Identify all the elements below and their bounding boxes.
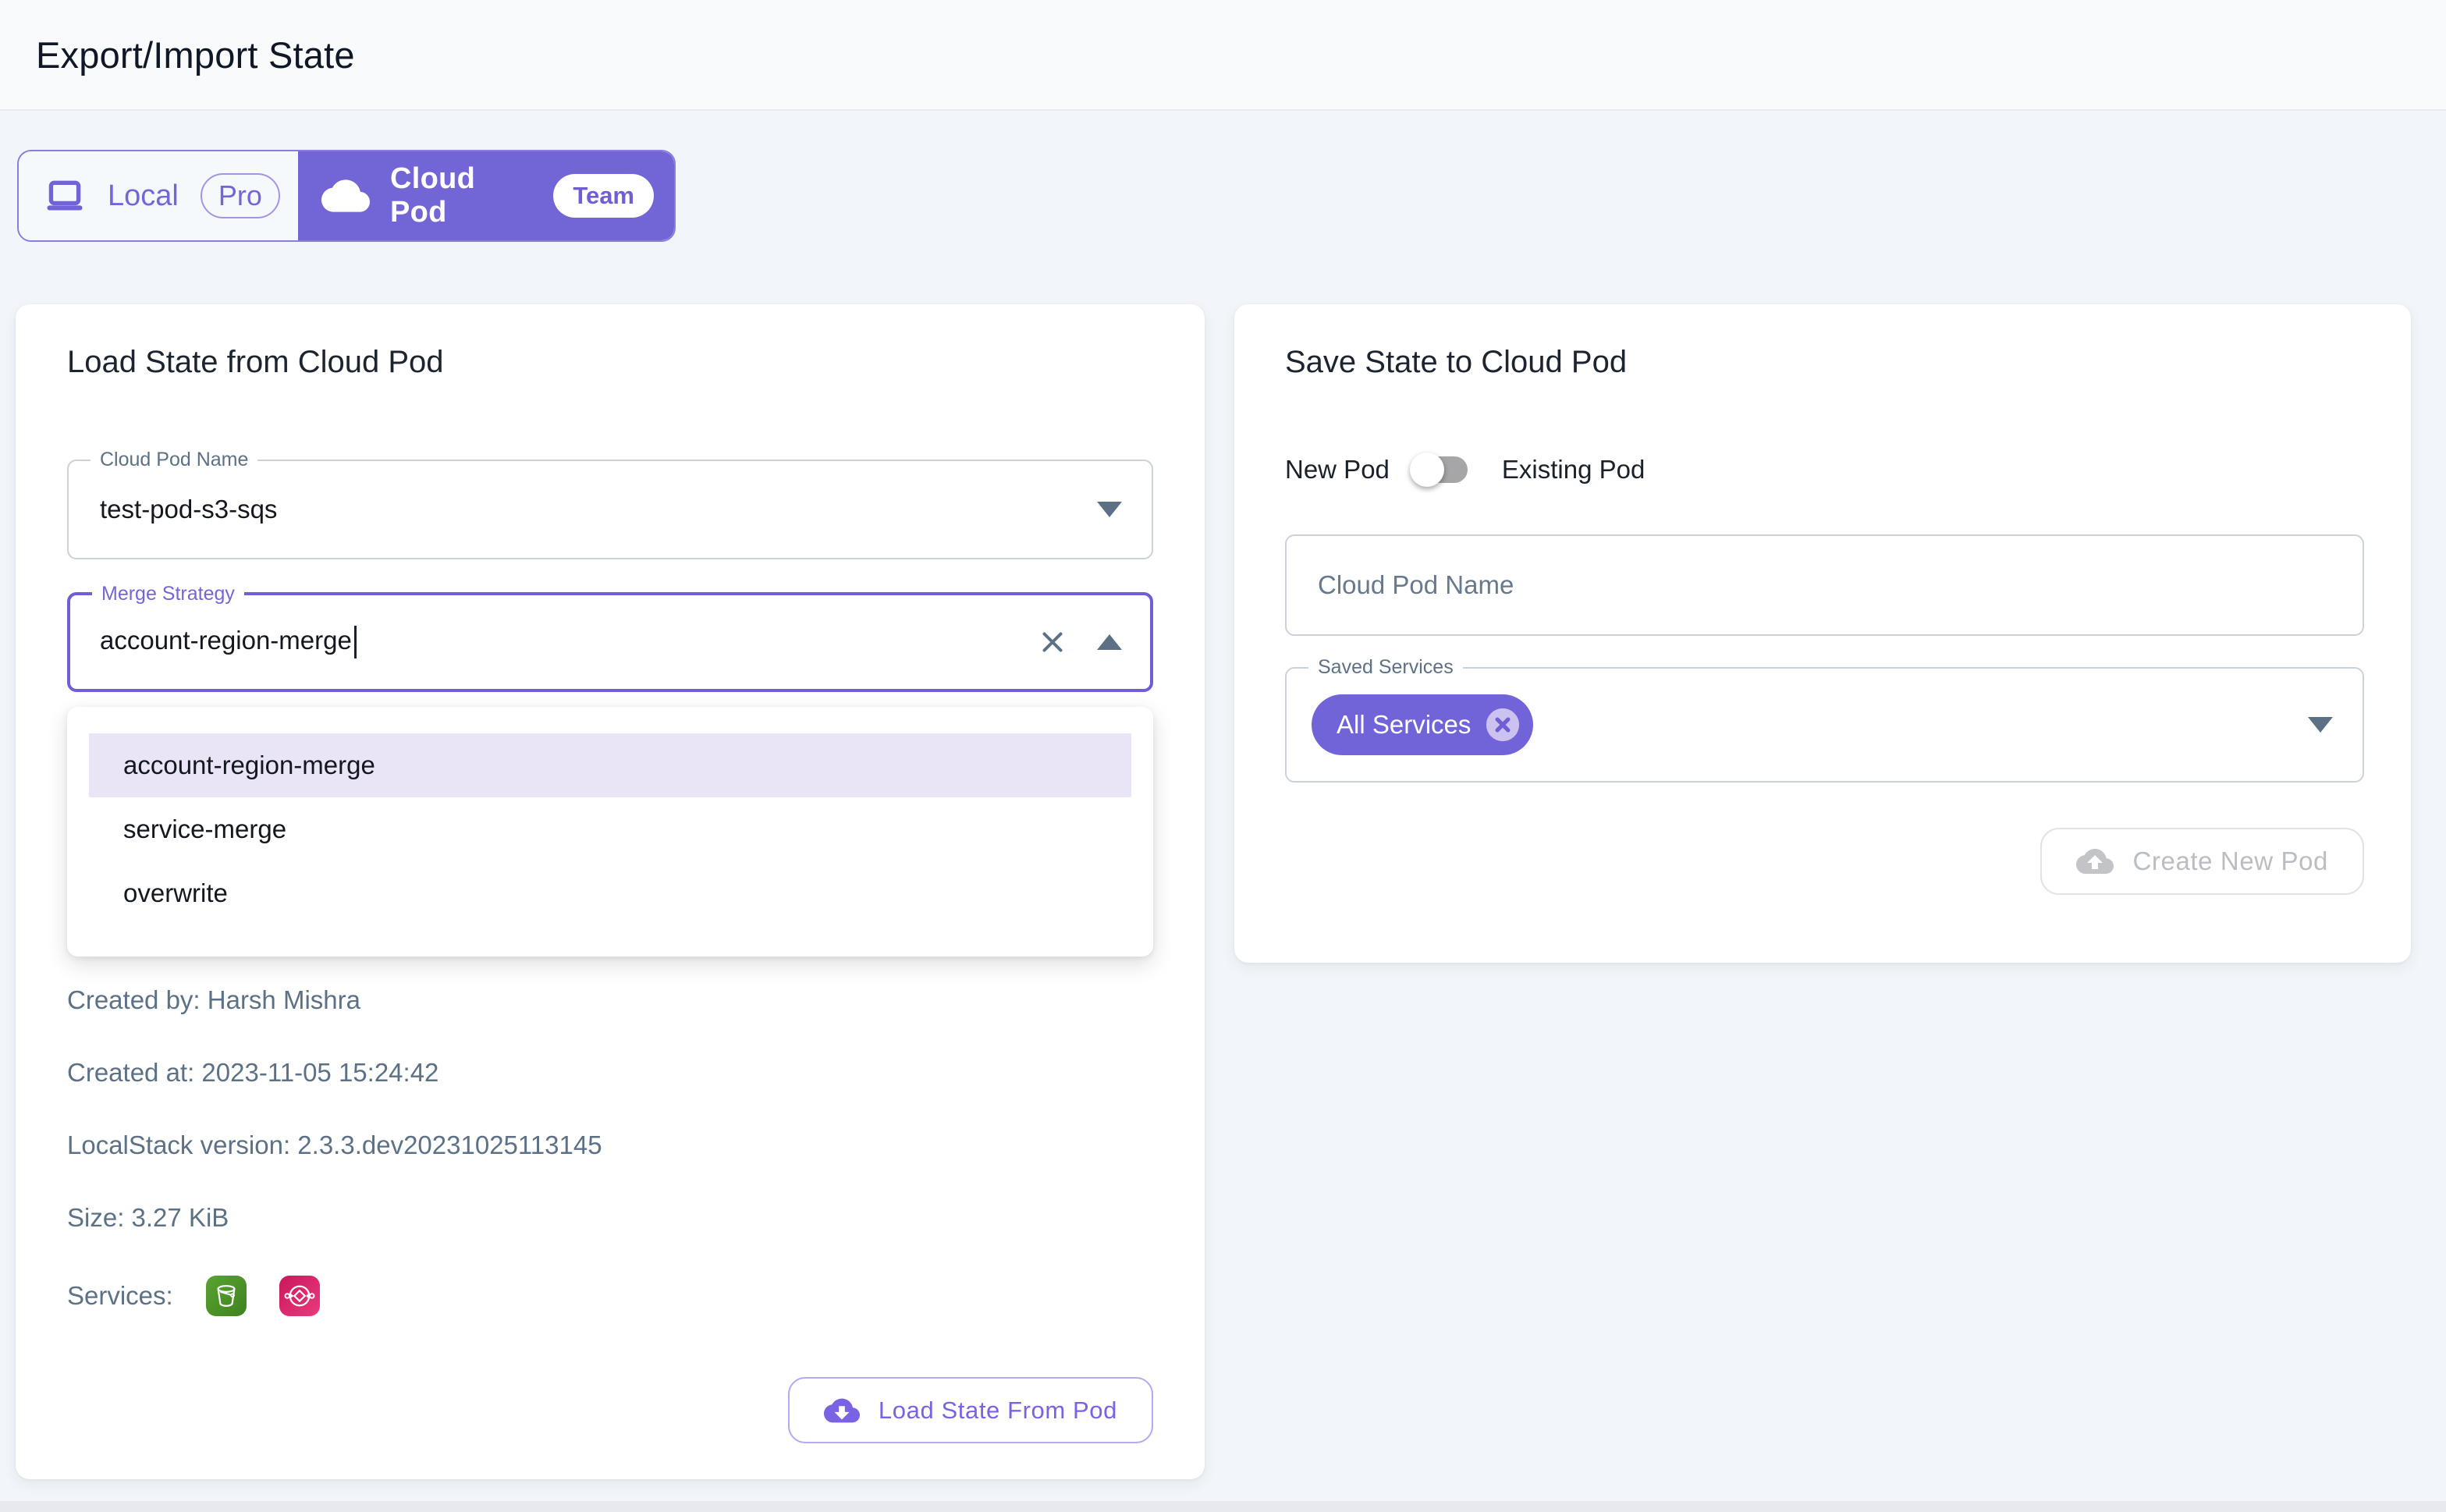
chevron-up-icon[interactable] xyxy=(1097,634,1122,650)
all-services-chip-label: All Services xyxy=(1337,710,1471,740)
meta-size: Size: 3.27 KiB xyxy=(67,1203,1153,1233)
cloud-pod-name-value: test-pod-s3-sqs xyxy=(100,495,277,524)
services-label: Services: xyxy=(67,1281,173,1311)
option-overwrite[interactable]: overwrite xyxy=(67,861,1153,925)
saved-services-label: Saved Services xyxy=(1308,655,1463,679)
merge-strategy-listbox: account-region-merge service-merge overw… xyxy=(67,707,1153,957)
export-import-state-page: Export/Import State Local Pro Cloud Pod … xyxy=(0,0,2446,1512)
services-row: Services: xyxy=(67,1276,1153,1316)
pod-metadata: Created by: Harsh Mishra Created at: 202… xyxy=(67,985,1153,1316)
tab-cloud-pod-label: Cloud Pod xyxy=(390,162,533,229)
cloud-pod-name-label: Cloud Pod Name xyxy=(91,448,257,471)
option-service-merge[interactable]: service-merge xyxy=(67,797,1153,861)
page-header: Export/Import State xyxy=(0,0,2446,111)
page-title: Export/Import State xyxy=(36,34,355,76)
team-badge: Team xyxy=(553,174,654,218)
tab-local-label: Local xyxy=(108,179,179,213)
create-new-pod-button-label: Create New Pod xyxy=(2132,847,2328,876)
cloud-download-icon xyxy=(824,1393,860,1429)
all-services-chip[interactable]: All Services xyxy=(1312,694,1533,755)
tab-local[interactable]: Local Pro xyxy=(19,151,298,240)
laptop-icon xyxy=(44,175,86,217)
save-state-card: Save State to Cloud Pod New Pod Existing… xyxy=(1234,304,2411,963)
sqs-service-icon xyxy=(279,1276,320,1316)
create-new-pod-button[interactable]: Create New Pod xyxy=(2040,828,2364,895)
load-card-title: Load State from Cloud Pod xyxy=(67,345,1153,380)
clear-icon[interactable] xyxy=(1036,626,1069,658)
new-pod-name-input[interactable] xyxy=(1285,534,2364,636)
main-content: Load State from Cloud Pod Cloud Pod Name… xyxy=(16,304,2411,1479)
existing-pod-label: Existing Pod xyxy=(1502,455,1645,484)
pod-mode-switch[interactable] xyxy=(1416,456,1468,483)
option-account-region-merge[interactable]: account-region-merge xyxy=(89,733,1131,797)
pro-badge: Pro xyxy=(201,173,280,218)
tab-cloud-pod[interactable]: Cloud Pod Team xyxy=(298,151,674,240)
chevron-down-icon[interactable] xyxy=(1097,502,1122,517)
chevron-down-icon[interactable] xyxy=(2308,717,2333,733)
pod-mode-toggle-row: New Pod Existing Pod xyxy=(1285,455,2364,484)
meta-version: LocalStack version: 2.3.3.dev20231025113… xyxy=(67,1130,1153,1160)
text-cursor xyxy=(354,626,357,658)
save-card-title: Save State to Cloud Pod xyxy=(1285,345,2364,380)
cloud-upload-icon xyxy=(2076,843,2114,880)
cloud-pod-name-select[interactable]: Cloud Pod Name test-pod-s3-sqs xyxy=(67,460,1153,559)
new-pod-label: New Pod xyxy=(1285,455,1390,484)
load-state-button[interactable]: Load State From Pod xyxy=(788,1377,1153,1443)
state-source-tabs: Local Pro Cloud Pod Team xyxy=(17,150,676,242)
merge-strategy-value: account-region-merge xyxy=(100,626,357,658)
switch-thumb xyxy=(1410,453,1444,487)
merge-strategy-label: Merge Strategy xyxy=(92,582,244,605)
circle-x-icon[interactable] xyxy=(1485,707,1521,743)
bottom-strip xyxy=(0,1501,2446,1512)
cloud-icon xyxy=(321,172,370,220)
merge-strategy-combobox[interactable]: Merge Strategy account-region-merge xyxy=(67,592,1153,692)
load-state-button-label: Load State From Pod xyxy=(879,1397,1117,1425)
saved-services-select[interactable]: Saved Services All Services xyxy=(1285,667,2364,783)
meta-created-by: Created by: Harsh Mishra xyxy=(67,985,1153,1015)
meta-created-at: Created at: 2023-11-05 15:24:42 xyxy=(67,1058,1153,1088)
s3-service-icon xyxy=(206,1276,247,1316)
load-state-card: Load State from Cloud Pod Cloud Pod Name… xyxy=(16,304,1205,1479)
